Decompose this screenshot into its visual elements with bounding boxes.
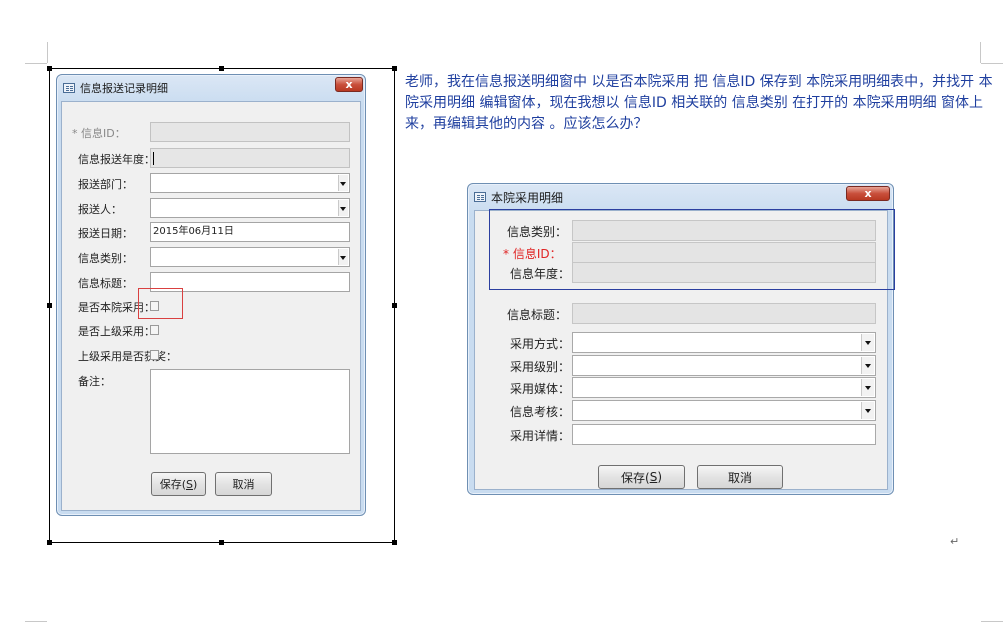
adopt-media-select[interactable] [572,377,876,398]
paragraph-mark: ↵ [950,535,960,548]
chevron-down-icon[interactable] [338,249,348,265]
chevron-down-icon[interactable] [338,200,348,216]
save-label-prefix: 保存( [621,470,650,485]
cancel-button[interactable]: 取消 [215,472,272,496]
reporter-select[interactable] [150,198,350,218]
resize-handle-ml[interactable] [47,303,52,308]
window-title: 信息报送记录明细 [80,82,168,95]
close-button[interactable]: x [335,77,363,92]
superior-awarded-label: 上级采用是否获奖： [78,350,177,363]
reporter-label: 报送人： [78,203,122,216]
info-title-field[interactable] [572,303,876,324]
window-title: 本院采用明细 [491,190,564,205]
adopt-level-select[interactable] [572,355,876,376]
save-label-suffix: ) [192,477,198,491]
crop-mark-bottom-left-h [25,621,47,622]
related-fields-group-box [489,209,895,290]
report-year-field[interactable] [150,148,350,168]
crop-mark-top-left-v [47,42,48,63]
close-button[interactable]: x [846,186,890,201]
info-id-label: * 信息ID： [72,127,126,140]
info-report-record-window: 信息报送记录明细 x * 信息ID： 信息报送年度： 报送部门： 报送人： 报送… [56,74,366,516]
cancel-button[interactable]: 取消 [697,465,783,489]
crop-mark-top-right-h [981,63,1003,64]
save-label-key: S [186,477,193,491]
adopted-by-superior-label: 是否上级采用： [78,325,155,338]
remarks-textarea[interactable] [150,369,350,454]
chevron-down-icon[interactable] [861,402,874,419]
report-date-label: 报送日期： [78,227,133,240]
chevron-down-icon[interactable] [861,334,874,351]
resize-handle-tl[interactable] [47,66,52,71]
report-date-field[interactable]: 2015年06月11日 [150,222,350,242]
save-label-key: S [649,470,658,484]
info-assessment-label: 信息考核： [510,405,571,419]
info-assessment-select[interactable] [572,400,876,421]
resize-handle-br[interactable] [392,540,397,545]
adopt-details-field[interactable] [572,424,876,445]
chevron-down-icon[interactable] [861,357,874,374]
remarks-label: 备注： [78,375,111,388]
crop-mark-bottom-right-h [981,621,1003,622]
highlight-box [138,288,183,319]
adopt-details-label: 采用详情： [510,429,571,443]
resize-handle-tr[interactable] [392,66,397,71]
text-cursor [153,152,154,165]
form-icon [63,83,75,93]
save-button[interactable]: 保存(S) [151,472,206,496]
window-titlebar: 本院采用明细 [468,184,893,210]
info-title-label: 信息标题： [78,277,133,290]
save-label-suffix: ) [657,470,662,484]
resize-handle-bc[interactable] [219,540,224,545]
adopt-method-label: 采用方式： [510,337,571,351]
form-body: * 信息ID： 信息报送年度： 报送部门： 报送人： 报送日期： 2015年06… [61,101,361,511]
adopt-media-label: 采用媒体： [510,382,571,396]
resize-handle-tc[interactable] [219,66,224,71]
info-title-label: 信息标题： [507,308,568,322]
adopted-by-superior-checkbox[interactable] [150,325,159,335]
hospital-adoption-detail-window: 本院采用明细 x 信息类别： * 信息ID： 信息年度： 信息标题： 采用方式：… [467,183,895,495]
chevron-down-icon[interactable] [861,379,874,396]
resize-handle-bl[interactable] [47,540,52,545]
info-id-field[interactable] [150,122,350,142]
crop-mark-top-left-h [25,63,47,64]
adopt-level-label: 采用级别： [510,360,571,374]
chevron-down-icon[interactable] [338,175,348,191]
report-dept-label: 报送部门： [78,178,133,191]
save-button[interactable]: 保存(S) [598,465,685,489]
superior-awarded-checkbox[interactable] [150,350,159,360]
save-label-prefix: 保存( [159,478,186,491]
form-body: 信息类别： * 信息ID： 信息年度： 信息标题： 采用方式： 采用级别： 采用… [474,209,895,490]
report-year-label: 信息报送年度： [78,153,155,166]
window-titlebar: 信息报送记录明细 [57,75,365,101]
question-text: 老师，我在信息报送明细窗中 以是否本院采用 把 信息ID 保存到 本院采用明细表… [405,74,993,132]
crop-mark-top-right-v [980,42,981,63]
info-category-label: 信息类别： [78,252,133,265]
form-icon [474,192,486,202]
resize-handle-mr[interactable] [392,303,397,308]
adopt-method-select[interactable] [572,332,876,353]
info-category-select[interactable] [150,247,350,267]
report-dept-select[interactable] [150,173,350,193]
